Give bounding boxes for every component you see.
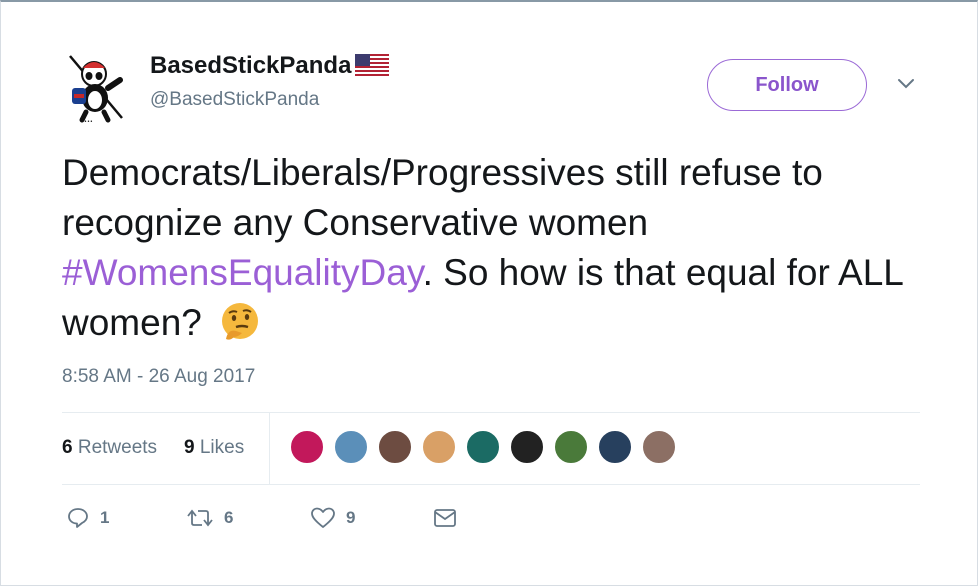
- likes-stat[interactable]: 9 Likes: [184, 437, 244, 459]
- liker-avatar[interactable]: [510, 430, 544, 464]
- svg-text:•••: •••: [84, 119, 93, 124]
- retweets-label: Retweets: [77, 437, 158, 458]
- name-row: BasedStickPanda: [150, 52, 390, 80]
- liker-avatar[interactable]: [334, 430, 368, 464]
- panda-avatar-icon: •••: [69, 55, 123, 125]
- stats-separator: [269, 413, 270, 484]
- direct-message-button[interactable]: [432, 506, 458, 530]
- liker-avatar[interactable]: [598, 430, 632, 464]
- liker-avatar[interactable]: [378, 430, 412, 464]
- heart-icon: [311, 507, 335, 528]
- reply-count: 1: [100, 508, 110, 527]
- retweet-icon: [187, 509, 213, 527]
- retweets-stat[interactable]: 6 Retweets: [62, 437, 157, 459]
- follow-button[interactable]: Follow: [707, 59, 867, 111]
- like-button[interactable]: 9: [310, 506, 355, 530]
- chevron-down-icon[interactable]: [896, 76, 916, 92]
- hashtag-link[interactable]: #WomensEqualityDay: [62, 252, 423, 293]
- thinking-face-icon: [222, 303, 259, 340]
- like-count: 9: [346, 508, 356, 527]
- user-handle[interactable]: @BasedStickPanda: [150, 89, 319, 111]
- reply-icon: [68, 508, 88, 528]
- liker-avatar[interactable]: [466, 430, 500, 464]
- liker-avatar[interactable]: [642, 430, 676, 464]
- tweet-actions: 1 6 9: [62, 500, 562, 540]
- liker-avatar[interactable]: [290, 430, 324, 464]
- us-flag-icon: [355, 54, 390, 78]
- tweet-stats: 6 Retweets 9 Likes: [62, 413, 920, 484]
- liker-avatar[interactable]: [554, 430, 588, 464]
- liker-avatar[interactable]: [422, 430, 456, 464]
- retweets-count: 6: [62, 437, 73, 458]
- reply-button[interactable]: 1: [66, 506, 109, 530]
- likes-count: 9: [184, 437, 195, 458]
- retweet-button[interactable]: 6: [186, 506, 233, 530]
- timestamp[interactable]: 8:58 AM - 26 Aug 2017: [62, 366, 255, 388]
- likes-label: Likes: [199, 437, 245, 458]
- retweet-count: 6: [224, 508, 234, 527]
- liker-avatars: [290, 430, 686, 464]
- tweet-header: ••• BasedStickPanda @BasedStickPanda Fol…: [62, 44, 922, 125]
- envelope-icon: [434, 509, 456, 527]
- tweet-text-part1: Democrats/Liberals/Progressives still re…: [62, 152, 823, 243]
- display-name[interactable]: BasedStickPanda: [150, 52, 351, 80]
- divider: [62, 484, 920, 485]
- avatar[interactable]: •••: [64, 52, 128, 125]
- tweet-text: Democrats/Liberals/Progressives still re…: [62, 148, 922, 348]
